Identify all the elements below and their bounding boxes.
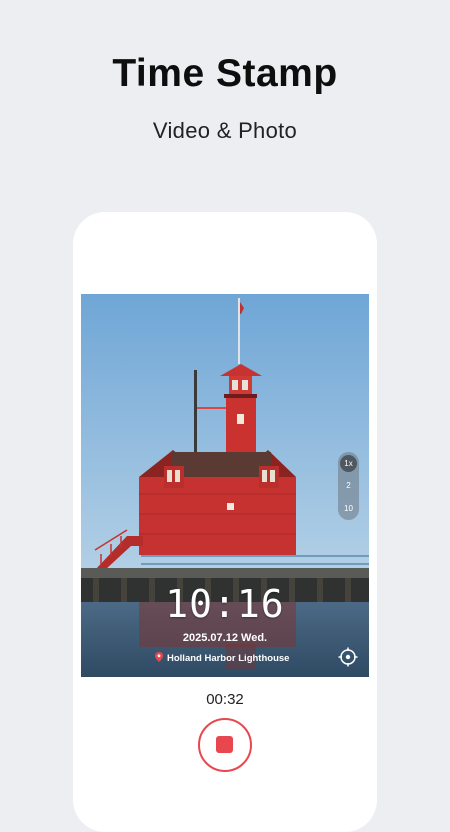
locate-button[interactable] xyxy=(338,647,358,667)
promo-subtitle: Video & Photo xyxy=(152,118,298,143)
stamp-time: 10:16 xyxy=(165,582,285,626)
stamp-location: Holland Harbor Lighthouse xyxy=(155,652,289,666)
zoom-selector[interactable]: 1x 2 10 xyxy=(338,452,359,520)
recording-elapsed-time: 00:32 xyxy=(206,691,244,708)
stop-record-button[interactable] xyxy=(198,718,252,772)
stamp-date: 2025.07.12 Wed. xyxy=(182,632,268,644)
zoom-option-1x[interactable]: 1x xyxy=(340,455,357,472)
stop-record-icon xyxy=(216,736,233,753)
zoom-option-10[interactable]: 10 xyxy=(338,504,359,513)
crosshair-icon xyxy=(338,647,358,667)
zoom-option-2[interactable]: 2 xyxy=(338,481,359,490)
map-pin-icon xyxy=(155,652,163,665)
promo-title: Time Stamp xyxy=(112,52,338,95)
stamp-location-label: Holland Harbor Lighthouse xyxy=(167,653,290,665)
